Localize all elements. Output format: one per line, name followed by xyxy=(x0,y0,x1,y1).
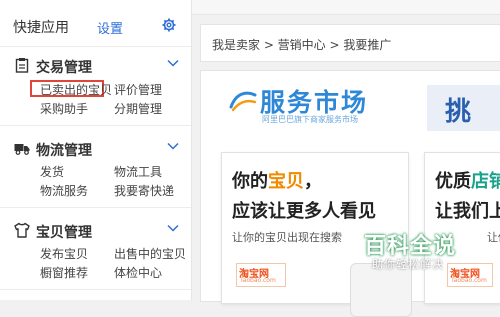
sidebar: 快捷应用 设置 交易管理 已卖出的宝贝 评价管理 采购助手 分期管理 物流管理 … xyxy=(0,0,192,300)
pick-text: 挑 xyxy=(445,97,472,127)
taobao-logo-sub: Taobao.com xyxy=(451,277,487,284)
card-headline: 你的宝贝， xyxy=(232,167,322,193)
card2-description: 让你 xyxy=(487,231,500,244)
service-market-logo[interactable]: 服务市场 阿里巴巴旗下商家服务市场 xyxy=(228,83,388,125)
sidebar-item-logistics-tools[interactable]: 物流工具 xyxy=(114,163,162,180)
watermark-sub: 助你轻松解决 xyxy=(372,258,444,271)
card2-headline-prefix: 优质 xyxy=(435,171,471,192)
section-header-items[interactable]: 宝贝管理 xyxy=(14,221,184,241)
taobao-logo: 淘宝网 Taobao.com xyxy=(236,263,286,287)
card2-headline-highlight: 店铺 xyxy=(471,171,500,192)
section-title-trade: 交易管理 xyxy=(36,60,92,76)
service-market-logo-icon xyxy=(229,91,257,112)
sidebar-item-health-check[interactable]: 体检中心 xyxy=(114,264,162,281)
sidebar-item-publish-item[interactable]: 发布宝贝 xyxy=(40,245,88,262)
breadcrumb-bar: 我是卖家 > 营销中心 > 我要推广 xyxy=(200,24,500,62)
sidebar-item-items-on-sale[interactable]: 出售中的宝贝 xyxy=(114,245,186,262)
sidebar-item-purchase-assistant[interactable]: 采购助手 xyxy=(40,100,88,117)
delivery-truck-icon xyxy=(14,144,30,155)
sidebar-item-ship[interactable]: 发货 xyxy=(40,163,64,180)
card-headline-highlight: 宝贝 xyxy=(268,171,304,192)
top-strip xyxy=(192,0,500,15)
section-header-logistics[interactable]: 物流管理 xyxy=(14,139,184,159)
card-headline-prefix: 你的 xyxy=(232,171,268,192)
card-headline-suffix: ， xyxy=(304,171,322,192)
sidebar-item-sold-items[interactable]: 已卖出的宝贝 xyxy=(40,81,112,98)
breadcrumb[interactable]: 我是卖家 > 营销中心 > 我要推广 xyxy=(212,36,391,53)
chevron-down-icon[interactable] xyxy=(167,224,179,232)
divider xyxy=(0,125,191,126)
chevron-down-icon[interactable] xyxy=(167,142,179,150)
section-header-trade[interactable]: 交易管理 xyxy=(14,56,184,76)
sidebar-item-window-recommend[interactable]: 橱窗推荐 xyxy=(40,264,88,281)
card2-subheadline: 让我们上淘 xyxy=(435,201,500,222)
gear-icon[interactable] xyxy=(162,18,176,32)
taobao-logo-sub: Taobao.com xyxy=(240,277,276,284)
card-subheadline: 应该让更多人看见 xyxy=(232,201,376,222)
card-description: 让你的宝贝出现在搜索 xyxy=(232,231,342,244)
sidebar-item-logistics-service[interactable]: 物流服务 xyxy=(40,182,88,199)
pick-banner[interactable]: 挑 xyxy=(427,85,500,131)
divider xyxy=(0,207,191,208)
service-market-subtitle: 阿里巴巴旗下商家服务市场 xyxy=(262,115,358,124)
section-title-items: 宝贝管理 xyxy=(36,225,92,241)
quick-apps-title: 快捷应用 xyxy=(13,20,69,36)
chevron-down-icon[interactable] xyxy=(167,59,179,67)
tshirt-icon xyxy=(14,222,30,238)
sidebar-item-send-express[interactable]: 我要寄快递 xyxy=(114,182,174,199)
sidebar-item-installment-management[interactable]: 分期管理 xyxy=(114,100,162,117)
section-title-logistics: 物流管理 xyxy=(36,143,92,159)
sidebar-item-review-management[interactable]: 评价管理 xyxy=(114,81,162,98)
card2-headline: 优质店铺 xyxy=(435,167,500,193)
baike-watermark: 百科全说 助你轻松解决 xyxy=(356,228,464,276)
quick-apps-header: 快捷应用 设置 xyxy=(0,0,191,47)
quick-apps-setting-link[interactable]: 设置 xyxy=(97,18,123,37)
clipboard-icon xyxy=(15,58,29,73)
divider xyxy=(0,289,191,290)
